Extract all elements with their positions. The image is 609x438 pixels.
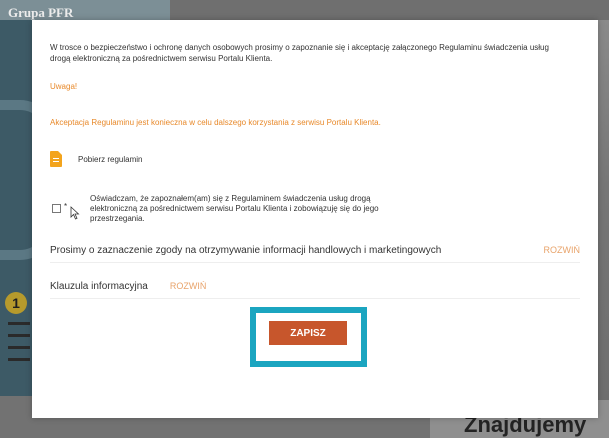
brand-logo[interactable]: Grupa PFR	[8, 5, 73, 21]
save-button[interactable]: ZAPISZ	[269, 321, 347, 345]
background-list-icon	[8, 322, 30, 366]
marketing-consent-row: Prosimy o zaznaczenie zgody na otrzymywa…	[50, 238, 580, 263]
consent-section: * Oświadczam, że zapoznałem(am) się z Re…	[52, 194, 412, 228]
background-number-badge: 1	[5, 292, 27, 314]
cursor-icon	[70, 206, 80, 220]
document-icon	[50, 151, 62, 167]
intro-text: W trosce o bezpieczeństwo i ochronę dany…	[50, 43, 549, 63]
consent-text: Oświadczam, że zapoznałem(am) się z Regu…	[90, 194, 379, 223]
information-clause-label: Klauzula informacyjna	[50, 280, 148, 292]
consent-checkbox[interactable]	[52, 204, 61, 213]
warning-label: Uwaga!	[50, 82, 78, 91]
information-clause-expand-link[interactable]: ROZWIŃ	[170, 281, 207, 291]
marketing-consent-label: Prosimy o zaznaczenie zgody na otrzymywa…	[50, 244, 442, 256]
screen: 1 Znajdujemy Grupa PFR W trosce o bezpie…	[0, 0, 609, 438]
marketing-expand-link[interactable]: ROZWIŃ	[544, 245, 581, 255]
download-regulations-link[interactable]: Pobierz regulamin	[50, 148, 142, 170]
required-notice: Akceptacja Regulaminu jest konieczna w c…	[50, 118, 381, 127]
download-label: Pobierz regulamin	[78, 154, 143, 164]
information-clause-row: Klauzula informacyjna ROZWIŃ	[50, 274, 580, 299]
required-asterisk: *	[64, 202, 68, 211]
